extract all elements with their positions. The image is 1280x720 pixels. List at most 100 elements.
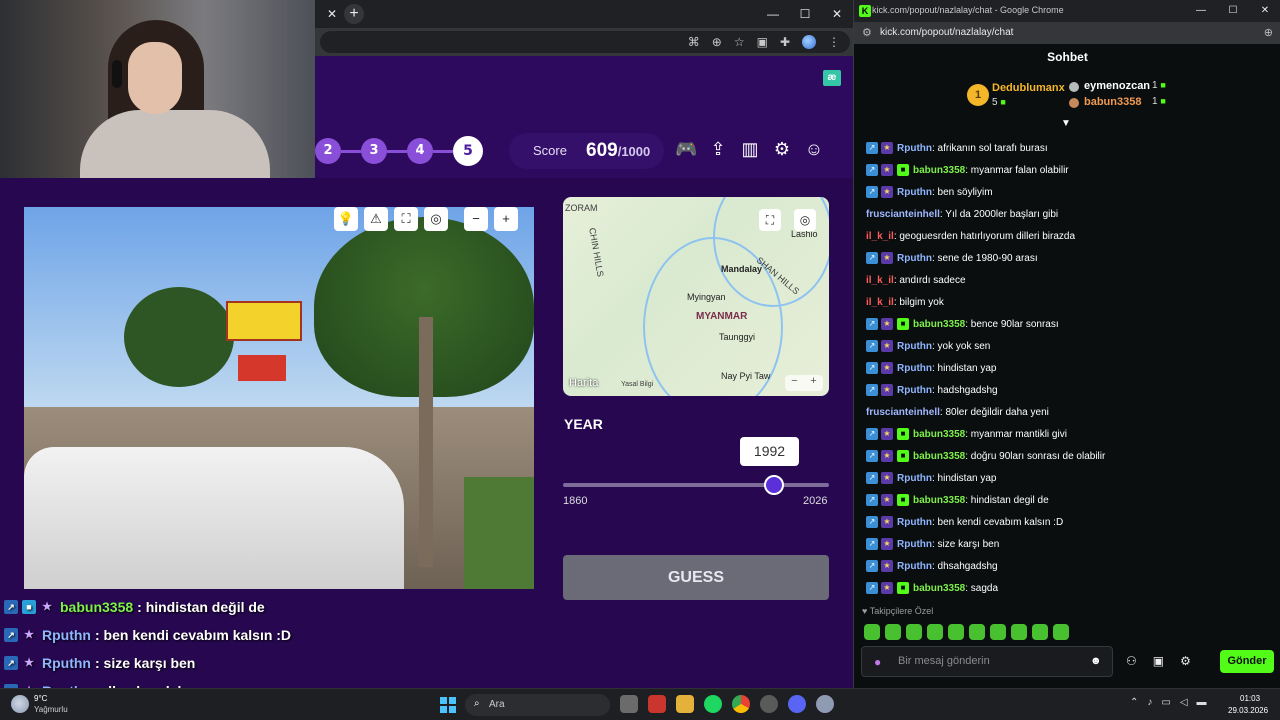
emote[interactable] xyxy=(1011,624,1027,640)
round-connector xyxy=(433,149,453,153)
new-tab-button[interactable]: + xyxy=(344,4,364,24)
emote[interactable] xyxy=(969,624,985,640)
file-explorer-icon[interactable] xyxy=(676,695,694,713)
recenter-icon[interactable]: ◎ xyxy=(424,207,448,231)
hint-bulb-icon[interactable]: 💡 xyxy=(334,207,358,231)
profile-icon[interactable]: ☺ xyxy=(803,138,825,160)
emote[interactable] xyxy=(1053,624,1069,640)
battery-icon[interactable]: ▬ xyxy=(1197,697,1207,708)
settings-app-icon[interactable] xyxy=(816,695,834,713)
emote[interactable] xyxy=(948,624,964,640)
tab-close-icon[interactable]: ✕ xyxy=(322,4,342,24)
maximize-icon[interactable]: ☐ xyxy=(1217,0,1249,22)
zoom-icon[interactable]: ⊕ xyxy=(712,35,722,49)
start-windows-icon[interactable] xyxy=(440,697,456,713)
chat-username[interactable]: Rputhn xyxy=(897,517,932,528)
translate-icon[interactable]: ⌘ xyxy=(688,35,700,49)
guess-button[interactable]: GUESS xyxy=(563,555,829,600)
spotify-icon[interactable] xyxy=(704,695,722,713)
pinned-toggle-icon[interactable]: ▼ xyxy=(1061,118,1071,129)
emote[interactable] xyxy=(885,624,901,640)
media-icon[interactable]: ▣ xyxy=(757,35,768,49)
chat-username[interactable]: il_k_il xyxy=(866,231,894,242)
leader-third-name[interactable]: babun3358 xyxy=(1084,96,1141,108)
network-icon[interactable]: ▭ xyxy=(1161,697,1170,708)
year-slider-track[interactable] xyxy=(563,483,829,487)
send-button[interactable]: Gönder xyxy=(1220,650,1274,673)
emote[interactable] xyxy=(927,624,943,640)
chat-settings-gear-icon[interactable]: ⚙ xyxy=(1180,654,1191,668)
chat-username[interactable]: fruscianteinhell xyxy=(866,407,940,418)
taskbar-search[interactable]: Ara xyxy=(465,694,610,716)
mic-icon[interactable]: ● xyxy=(874,655,881,669)
discord-icon[interactable] xyxy=(788,695,806,713)
address-bar[interactable]: ⌘ ⊕ ☆ ▣ ✚ ⋮ xyxy=(320,31,850,53)
chrome-icon[interactable] xyxy=(732,695,750,713)
close-icon[interactable]: ✕ xyxy=(821,0,853,28)
chat-username[interactable]: Rputhn xyxy=(897,253,932,264)
settings-gear-icon[interactable]: ⚙ xyxy=(771,138,793,160)
app-icon[interactable] xyxy=(760,695,778,713)
extensions-icon[interactable]: ✚ xyxy=(780,35,790,49)
chat-username[interactable]: babun3358 xyxy=(913,319,965,330)
emote[interactable] xyxy=(864,624,880,640)
chat-username[interactable]: Rputhn xyxy=(897,341,932,352)
map-recenter-icon[interactable]: ◎ xyxy=(794,209,816,231)
chat-username[interactable]: Rputhn xyxy=(897,539,932,550)
zoom-in-button[interactable]: + xyxy=(494,207,518,231)
tray-chevron-icon[interactable]: ⌃ xyxy=(1130,697,1138,708)
volume-icon[interactable]: ◁ xyxy=(1180,697,1188,708)
zoom-out-button[interactable]: − xyxy=(464,207,488,231)
map-legal-link[interactable]: Yasal Bilgi xyxy=(621,381,653,388)
mic-tray-icon[interactable]: ♪ xyxy=(1147,697,1152,708)
chat-username[interactable]: il_k_il xyxy=(866,275,894,286)
emote[interactable] xyxy=(1032,624,1048,640)
users-icon[interactable]: ⚇ xyxy=(1126,654,1137,668)
chat-username[interactable]: babun3358 xyxy=(913,583,965,594)
leader-first-name[interactable]: Dedublumanx xyxy=(992,82,1065,94)
minimize-icon[interactable]: — xyxy=(757,0,789,28)
bookmark-star-icon[interactable]: ☆ xyxy=(734,35,745,49)
stats-icon[interactable]: ▥ xyxy=(739,138,761,160)
close-icon[interactable]: ✕ xyxy=(1249,0,1280,22)
chat-username[interactable]: babun3358 xyxy=(913,165,965,176)
chat-username[interactable]: babun3358 xyxy=(913,451,965,462)
chat-username[interactable]: fruscianteinhell xyxy=(866,209,940,220)
street-panorama[interactable] xyxy=(24,207,534,589)
leader-second-name[interactable]: eymenozcan xyxy=(1084,80,1150,92)
minimize-icon[interactable]: — xyxy=(1185,0,1217,22)
emote[interactable] xyxy=(990,624,1006,640)
emote[interactable] xyxy=(906,624,922,640)
chat-username[interactable]: Rputhn xyxy=(897,363,932,374)
map-fullscreen-icon[interactable]: ⛶ xyxy=(759,209,781,231)
profile-avatar[interactable] xyxy=(802,35,816,49)
chat-url-bar[interactable]: ⚙ kick.com/popout/nazlalay/chat ⊕ xyxy=(854,22,1280,44)
chat-username[interactable]: Rputhn xyxy=(897,473,932,484)
gamepad-icon[interactable]: 🎮 xyxy=(675,138,697,160)
emoji-icon[interactable]: ☻ xyxy=(1090,655,1102,667)
clock-time: 01:03 xyxy=(1240,694,1261,703)
chat-message-input[interactable]: Bir mesaj gönderin xyxy=(861,646,1113,677)
zoom-icon[interactable]: ⊕ xyxy=(1264,26,1273,39)
task-view-icon[interactable] xyxy=(620,695,638,713)
year-slider-thumb[interactable] xyxy=(764,475,785,495)
guess-map[interactable]: ZORAM CHIN HILLS SHAN HILLS Lashio Manda… xyxy=(563,197,829,396)
chat-username[interactable]: Rputhn xyxy=(897,385,932,396)
chat-username[interactable]: babun3358 xyxy=(913,495,965,506)
pdf-app-icon[interactable] xyxy=(648,695,666,713)
map-zoom-out-button[interactable]: − xyxy=(791,375,797,391)
chat-username[interactable]: babun3358 xyxy=(913,429,965,440)
share-icon[interactable]: ⇪ xyxy=(707,138,729,160)
store-icon[interactable]: ▣ xyxy=(1153,654,1164,668)
chat-username[interactable]: il_k_il xyxy=(866,297,894,308)
maximize-icon[interactable]: ☐ xyxy=(789,0,821,28)
weather-cloud-icon[interactable] xyxy=(11,695,29,713)
chat-username[interactable]: Rputhn xyxy=(897,187,932,198)
site-info-icon[interactable]: ⚙ xyxy=(862,26,872,39)
menu-dots-icon[interactable]: ⋮ xyxy=(828,35,840,49)
map-zoom-in-button[interactable]: + xyxy=(810,375,816,391)
chat-username[interactable]: Rputhn xyxy=(897,561,932,572)
report-warning-icon[interactable]: ⚠ xyxy=(364,207,388,231)
fullscreen-icon[interactable]: ⛶ xyxy=(394,207,418,231)
chat-username[interactable]: Rputhn xyxy=(897,143,932,154)
